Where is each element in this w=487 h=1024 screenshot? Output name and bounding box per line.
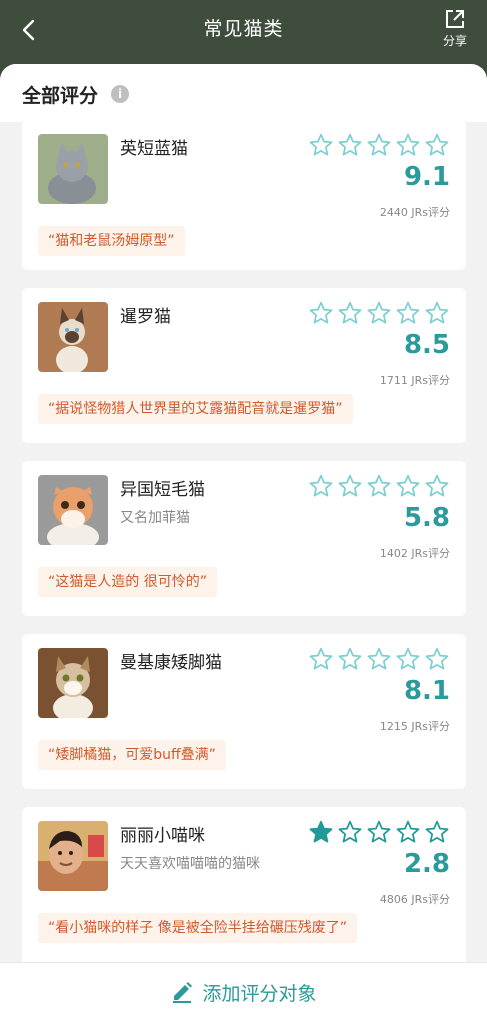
section-title: 全部评分 — [22, 85, 99, 107]
star-rating[interactable] — [308, 473, 450, 499]
score-value: 2.8 — [403, 849, 450, 879]
star-rating[interactable] — [308, 300, 450, 326]
star-icon[interactable] — [337, 646, 363, 672]
cat-photo — [38, 134, 108, 204]
rating-card[interactable]: 曼基康矮脚猫 8.1 1215 JRs评分 “矮脚橘猫，可爱buff叠满” — [22, 634, 466, 789]
star-icon[interactable] — [337, 819, 363, 845]
rating-card[interactable]: 异国短毛猫 又名加菲猫 5.8 1402 JRs评分 “这猫是人造的 很可怜的” — [22, 461, 466, 616]
page-title: 常见猫类 — [203, 18, 284, 40]
cat-subtitle: 又名加菲猫 — [120, 510, 190, 526]
top-comment[interactable]: “据说怪物猎人世界里的艾露猫配音就是暹罗猫” — [38, 394, 353, 424]
star-icon[interactable] — [395, 646, 421, 672]
score-value: 9.1 — [403, 162, 450, 192]
star-icon[interactable] — [308, 300, 334, 326]
star-icon[interactable] — [337, 132, 363, 158]
cat-photo — [38, 302, 108, 372]
bottom-action-bar: 添加评分对象 — [0, 962, 487, 1024]
score-value: 5.8 — [403, 503, 450, 533]
top-comment[interactable]: “矮脚橘猫，可爱buff叠满” — [38, 740, 226, 770]
star-rating[interactable] — [308, 132, 450, 158]
score-value: 8.1 — [403, 676, 450, 706]
ratings-sheet: 全部评分 i 英短蓝猫 9.1 2440 JRs评分 “猫和老鼠汤姆原型” 暹罗… — [0, 64, 487, 1024]
star-icon[interactable] — [424, 646, 450, 672]
star-icon[interactable] — [366, 473, 392, 499]
cat-name: 英短蓝猫 — [120, 139, 188, 159]
top-bar: 常见猫类 分享 — [0, 0, 487, 64]
share-label: 分享 — [442, 34, 467, 48]
rating-card[interactable]: 英短蓝猫 9.1 2440 JRs评分 “猫和老鼠汤姆原型” — [22, 120, 466, 270]
rating-card[interactable]: 丽丽小喵咪 天天喜欢喵喵喵的猫咪 2.8 4806 JRs评分 “看小猫咪的样子… — [22, 807, 466, 967]
star-icon[interactable] — [337, 300, 363, 326]
pencil-icon — [173, 982, 193, 1003]
star-icon[interactable] — [308, 819, 334, 845]
rating-count: 1215 JRs评分 — [379, 720, 450, 733]
top-comment[interactable]: “看小猫咪的样子 像是被全险半挂给碾压残废了” — [38, 913, 357, 943]
star-icon[interactable] — [366, 819, 392, 845]
star-icon[interactable] — [366, 132, 392, 158]
share-icon — [446, 10, 464, 28]
star-icon[interactable] — [366, 300, 392, 326]
star-rating[interactable] — [308, 819, 450, 845]
star-icon[interactable] — [395, 819, 421, 845]
star-icon[interactable] — [424, 132, 450, 158]
rating-card[interactable]: 暹罗猫 8.5 1711 JRs评分 “据说怪物猎人世界里的艾露猫配音就是暹罗猫… — [22, 288, 466, 443]
rating-count: 1402 JRs评分 — [379, 547, 450, 560]
star-rating[interactable] — [308, 646, 450, 672]
top-comment[interactable]: “猫和老鼠汤姆原型” — [38, 226, 185, 256]
star-icon[interactable] — [308, 473, 334, 499]
cat-name: 丽丽小喵咪 — [120, 826, 205, 846]
star-icon[interactable] — [395, 473, 421, 499]
user-photo — [38, 821, 108, 891]
cat-name: 暹罗猫 — [120, 307, 171, 327]
rating-count: 4806 JRs评分 — [379, 893, 450, 906]
star-icon[interactable] — [308, 646, 334, 672]
cat-photo — [38, 648, 108, 718]
top-comment[interactable]: “这猫是人造的 很可怜的” — [38, 567, 217, 597]
star-icon[interactable] — [424, 819, 450, 845]
cat-name: 异国短毛猫 — [120, 480, 205, 500]
star-icon[interactable] — [308, 132, 334, 158]
rating-count: 2440 JRs评分 — [379, 206, 450, 219]
share-button[interactable]: 分享 — [437, 8, 473, 52]
cat-subtitle: 天天喜欢喵喵喵的猫咪 — [120, 856, 260, 872]
add-rating-target-button[interactable]: 添加评分对象 — [0, 979, 487, 1006]
star-icon[interactable] — [337, 473, 363, 499]
star-icon[interactable] — [424, 473, 450, 499]
score-value: 8.5 — [403, 330, 450, 360]
section-header: 全部评分 i — [0, 64, 487, 122]
info-icon[interactable]: i — [111, 85, 129, 103]
cat-name: 曼基康矮脚猫 — [120, 653, 222, 673]
star-icon[interactable] — [366, 646, 392, 672]
rating-count: 1711 JRs评分 — [379, 374, 450, 387]
cat-photo — [38, 475, 108, 545]
add-rating-target-label: 添加评分对象 — [202, 983, 317, 1005]
star-icon[interactable] — [395, 132, 421, 158]
star-icon[interactable] — [395, 300, 421, 326]
star-icon[interactable] — [424, 300, 450, 326]
